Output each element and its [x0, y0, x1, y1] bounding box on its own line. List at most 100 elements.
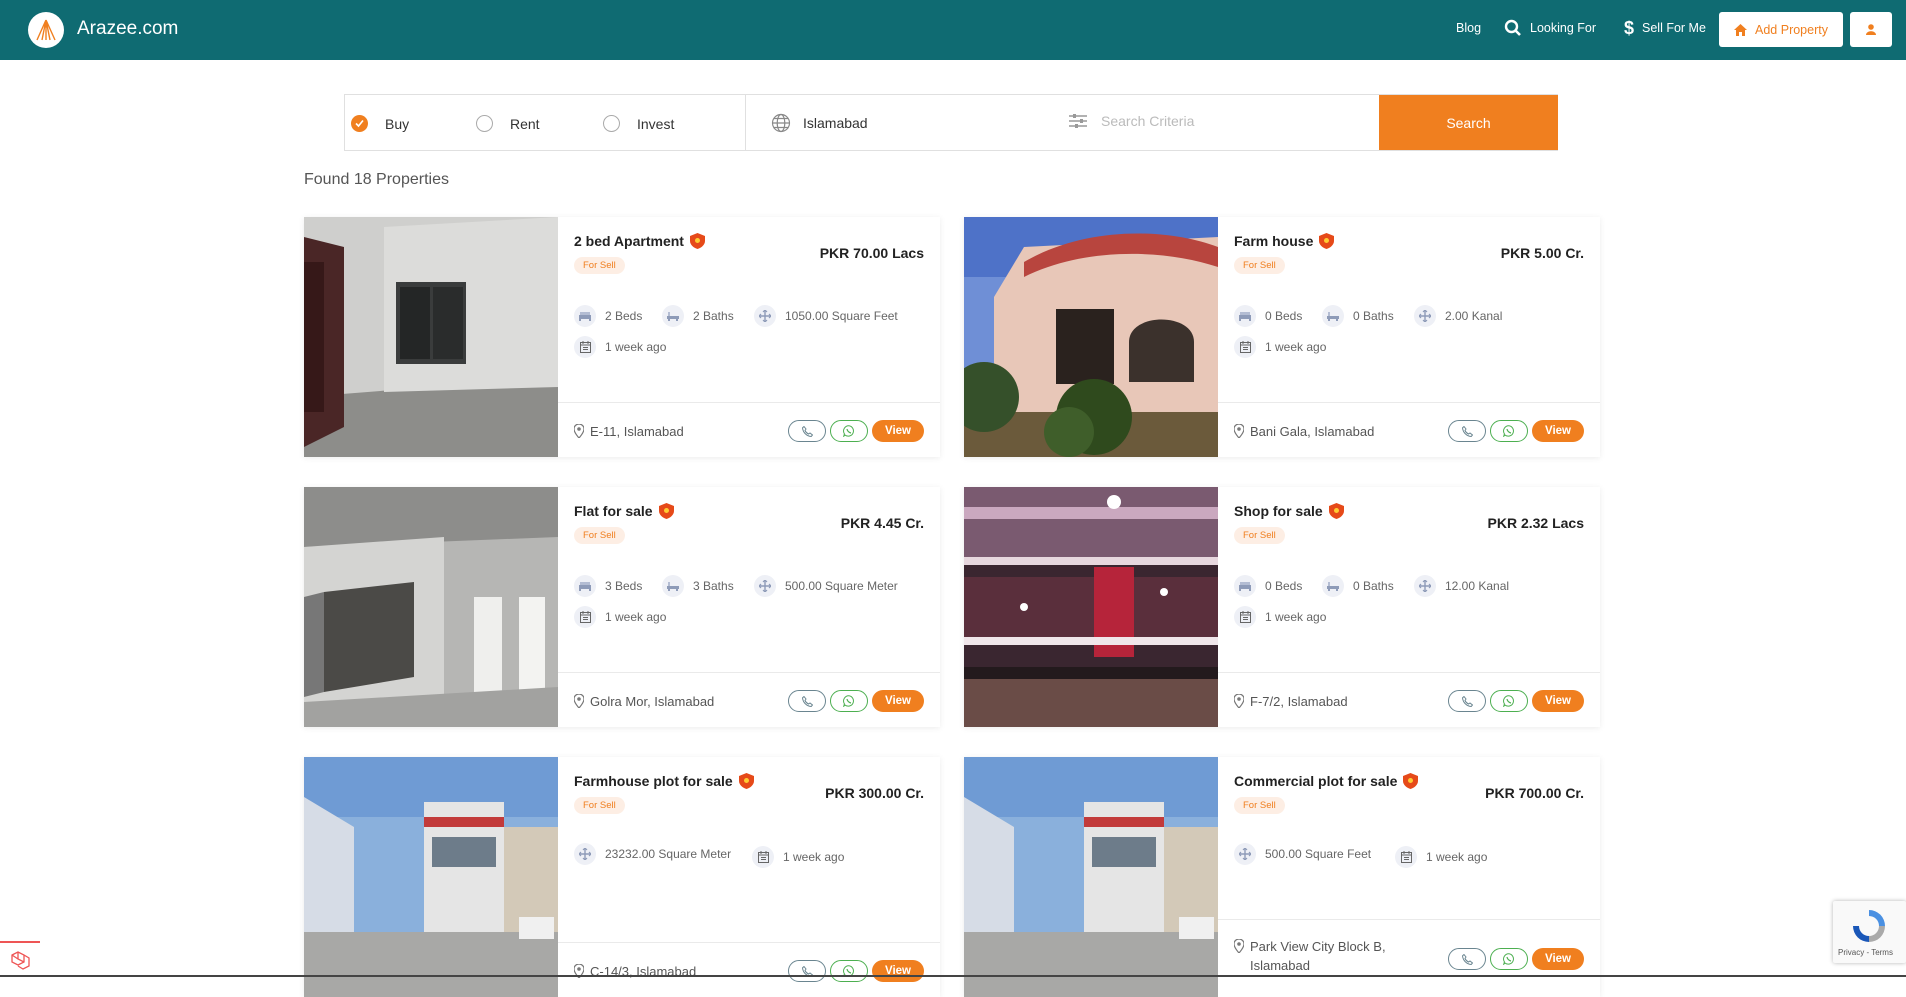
- area-info: 500.00 Square Feet: [1234, 843, 1371, 865]
- search-criteria-input[interactable]: Search Criteria: [1069, 113, 1194, 129]
- area-arrows-icon: [754, 305, 776, 327]
- nav-blog[interactable]: Blog: [1456, 21, 1481, 35]
- nav-blog-label: Blog: [1456, 21, 1482, 35]
- beds-info: 0 Beds: [1234, 575, 1302, 597]
- radio-buy[interactable]: Buy: [351, 115, 409, 132]
- beds-value: 3 Beds: [605, 579, 643, 593]
- listing-title-text: Farm house: [1234, 233, 1314, 249]
- area-arrows-icon: [754, 575, 776, 597]
- property-photo[interactable]: [964, 487, 1218, 727]
- recaptcha-badge[interactable]: Privacy - Terms: [1833, 901, 1906, 963]
- city-selector[interactable]: Islamabad: [771, 113, 868, 133]
- radio-rent[interactable]: Rent: [476, 115, 540, 132]
- listing-title[interactable]: 2 bed Apartment: [574, 233, 705, 249]
- property-card[interactable]: Farm house For Sell PKR 5.00 Cr. 0 Beds …: [964, 217, 1600, 457]
- call-button[interactable]: [1448, 690, 1486, 712]
- listing-title[interactable]: Farmhouse plot for sale: [574, 773, 754, 789]
- card-divider: [558, 672, 940, 673]
- property-card[interactable]: Commercial plot for sale For Sell PKR 70…: [964, 757, 1600, 997]
- whatsapp-button[interactable]: [1490, 690, 1528, 712]
- nav-sell-for-me[interactable]: $ Sell For Me: [1624, 19, 1706, 37]
- brand-logo[interactable]: [28, 12, 64, 48]
- search-button-label: Search: [1446, 114, 1491, 131]
- listing-title[interactable]: Farm house: [1234, 233, 1335, 249]
- area-info: 1050.00 Square Feet: [754, 305, 898, 327]
- beds-value: 0 Beds: [1265, 579, 1303, 593]
- debug-toolbar-icon[interactable]: [0, 941, 40, 977]
- listing-location: Golra Mor, Islamabad: [574, 692, 764, 711]
- location-pin-icon: [574, 424, 584, 438]
- radio-invest[interactable]: Invest: [603, 115, 674, 132]
- bed-icon: [1234, 305, 1256, 327]
- view-button[interactable]: View: [1532, 420, 1584, 442]
- top-navbar: Arazee.com Blog Looking For $ Sell For M…: [0, 0, 1906, 60]
- property-photo[interactable]: [964, 217, 1218, 457]
- nav-looking-for[interactable]: Looking For: [1504, 19, 1596, 37]
- call-button[interactable]: [1448, 948, 1486, 970]
- laravel-icon: [11, 951, 30, 970]
- whatsapp-icon: [1503, 425, 1514, 437]
- baths-value: 0 Baths: [1353, 579, 1394, 593]
- area-value: 2.00 Kanal: [1445, 309, 1503, 323]
- view-button[interactable]: View: [872, 420, 924, 442]
- property-photo[interactable]: [964, 757, 1218, 997]
- listing-price: PKR 5.00 Cr.: [1500, 245, 1584, 261]
- location-pin-icon: [1234, 424, 1244, 438]
- listing-location: E-11, Islamabad: [574, 422, 764, 441]
- property-card[interactable]: Flat for sale For Sell PKR 4.45 Cr. 3 Be…: [304, 487, 940, 727]
- phone-icon: [801, 425, 813, 437]
- listing-title-text: Flat for sale: [574, 503, 653, 519]
- whatsapp-button[interactable]: [830, 690, 868, 712]
- call-button[interactable]: [1448, 420, 1486, 442]
- whatsapp-button[interactable]: [1490, 948, 1528, 970]
- calendar-icon: [574, 336, 596, 358]
- nav-looking-for-label: Looking For: [1530, 21, 1597, 35]
- whatsapp-button[interactable]: [1490, 420, 1528, 442]
- baths-value: 2 Baths: [693, 309, 734, 323]
- listing-title[interactable]: Commercial plot for sale: [1234, 773, 1419, 789]
- call-button[interactable]: [788, 960, 826, 982]
- calendar-icon: [1395, 846, 1417, 868]
- radio-circle-icon: [603, 115, 620, 132]
- property-card[interactable]: 2 bed Apartment For Sell PKR 70.00 Lacs …: [304, 217, 940, 457]
- property-photo[interactable]: [304, 487, 558, 727]
- verified-shield-icon: [1328, 503, 1344, 519]
- user-menu-button[interactable]: [1850, 12, 1892, 47]
- brand-name[interactable]: Arazee.com: [77, 18, 178, 40]
- property-photo[interactable]: [304, 757, 558, 997]
- posted-value: 1 week ago: [1265, 340, 1327, 354]
- bathtub-icon: [1322, 305, 1344, 327]
- listing-title[interactable]: Flat for sale: [574, 503, 674, 519]
- area-value: 23232.00 Square Meter: [605, 847, 732, 861]
- property-card[interactable]: Farmhouse plot for sale For Sell PKR 300…: [304, 757, 940, 997]
- listing-actions: View: [788, 960, 924, 982]
- card-divider: [558, 402, 940, 403]
- listing-actions: View: [788, 690, 924, 712]
- bed-icon: [574, 305, 596, 327]
- listing-title[interactable]: Shop for sale: [1234, 503, 1344, 519]
- view-button[interactable]: View: [1532, 948, 1584, 970]
- area-arrows-icon: [1234, 843, 1256, 865]
- baths-info: 2 Baths: [662, 305, 734, 327]
- area-info: 23232.00 Square Meter: [574, 843, 731, 865]
- property-card[interactable]: Shop for sale For Sell PKR 2.32 Lacs 0 B…: [964, 487, 1600, 727]
- call-button[interactable]: [788, 420, 826, 442]
- baths-info: 0 Baths: [1322, 305, 1394, 327]
- listing-location: F-7/2, Islamabad: [1234, 692, 1424, 711]
- view-button[interactable]: View: [872, 960, 924, 982]
- search-button[interactable]: Search: [1379, 95, 1558, 150]
- call-button[interactable]: [788, 690, 826, 712]
- whatsapp-button[interactable]: [830, 420, 868, 442]
- property-photo[interactable]: [304, 217, 558, 457]
- listing-price: PKR 70.00 Lacs: [819, 245, 924, 261]
- logo-icon: [36, 19, 56, 41]
- add-property-button[interactable]: Add Property: [1719, 12, 1843, 47]
- listing-price: PKR 4.45 Cr.: [840, 515, 924, 531]
- area-arrows-icon: [1414, 575, 1436, 597]
- location-pin-icon: [1234, 939, 1244, 953]
- view-button[interactable]: View: [1532, 690, 1584, 712]
- view-button[interactable]: View: [872, 690, 924, 712]
- listing-actions: View: [1448, 420, 1584, 442]
- whatsapp-button[interactable]: [830, 960, 868, 982]
- recaptcha-links[interactable]: Privacy - Terms: [1838, 948, 1893, 957]
